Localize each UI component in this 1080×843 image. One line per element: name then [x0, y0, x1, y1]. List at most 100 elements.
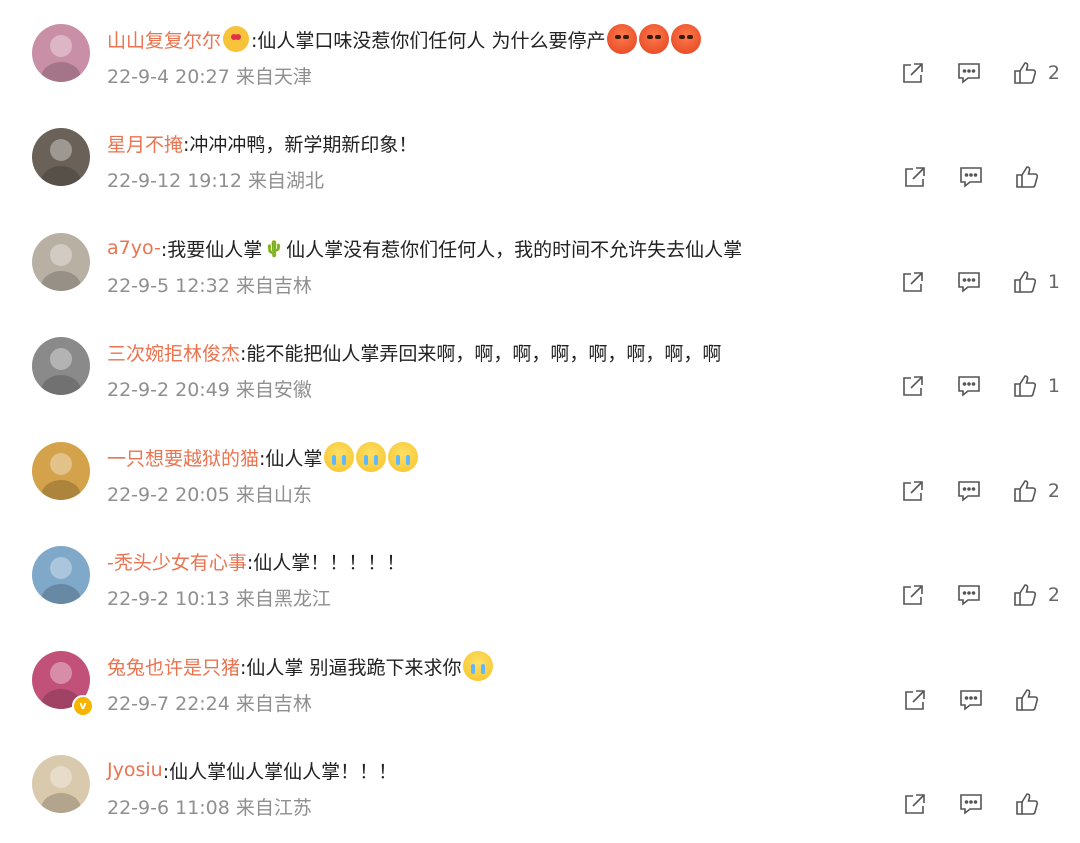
cactus-emoji-icon: 🌵 — [264, 238, 285, 258]
comment-icon — [956, 478, 982, 504]
comment-item: 一只想要越狱的猫 :仙人掌 22-9-2 20:05 来自山东 2 — [0, 418, 1080, 522]
comment-icon — [956, 373, 982, 399]
share-button[interactable] — [900, 582, 926, 608]
angry-emoji-icon — [671, 24, 702, 54]
share-icon — [902, 791, 928, 817]
comment-item: a7yo- :我要仙人掌 🌵 仙人掌没有惹你们任何人，我的时间不允许失去仙人掌 … — [0, 209, 1080, 313]
like-button[interactable] — [1014, 164, 1060, 190]
reply-button[interactable] — [958, 687, 984, 713]
username-link[interactable]: -秃头少女有心事 — [107, 548, 247, 575]
comment-actions: 1 — [900, 269, 1060, 295]
comment-text: :我要仙人掌 — [160, 238, 263, 261]
comment-text: :仙人掌 别逼我跪下来求你 — [240, 656, 462, 679]
angry-emoji-icon — [639, 24, 670, 54]
like-count: 2 — [1047, 584, 1060, 606]
comment-item: 星月不掩 :冲冲冲鸭，新学期新印象！ 22-9-12 19:12 来自湖北 — [0, 104, 1080, 208]
comment-meta: 22-9-4 20:27 来自天津 — [107, 66, 312, 88]
comment-actions: 2 — [900, 60, 1060, 86]
share-icon — [902, 687, 928, 713]
username-link[interactable]: 星月不掩 — [107, 130, 183, 157]
like-count: 1 — [1047, 271, 1060, 293]
share-icon — [902, 164, 928, 190]
comment-line: Jyosiu :仙人掌仙人掌仙人掌！！！ — [107, 755, 397, 785]
share-button[interactable] — [900, 60, 926, 86]
username-link[interactable]: Jyosiu — [107, 759, 163, 781]
cry-emoji-icon — [356, 442, 387, 472]
username-link[interactable]: 三次婉拒林俊杰 — [107, 339, 240, 366]
love-face-emoji-icon — [223, 26, 250, 52]
thumbs-up-icon — [1012, 582, 1038, 608]
comment-actions: 1 — [900, 373, 1060, 399]
username-link[interactable]: a7yo- — [107, 237, 161, 259]
comment-icon — [956, 582, 982, 608]
comment-actions: 2 — [900, 582, 1060, 608]
comment-meta: 22-9-2 20:49 来自安徽 — [107, 379, 312, 401]
like-button[interactable]: 2 — [1012, 582, 1060, 608]
comment-meta: 22-9-12 19:12 来自湖北 — [107, 170, 324, 192]
comment-icon — [958, 791, 984, 817]
comment-actions: 2 — [900, 478, 1060, 504]
share-button[interactable] — [900, 478, 926, 504]
reply-button[interactable] — [956, 582, 982, 608]
share-icon — [900, 60, 926, 86]
cry-emoji-icon — [388, 442, 419, 472]
comment-line: a7yo- :我要仙人掌 🌵 仙人掌没有惹你们任何人，我的时间不允许失去仙人掌 — [107, 233, 742, 263]
comment-line: 山山复复尔尔 :仙人掌口味没惹你们任何人 为什么要停产 — [107, 24, 702, 54]
comment-item: -秃头少女有心事 :仙人掌！！！！！ 22-9-2 10:13 来自黑龙江 2 — [0, 522, 1080, 626]
like-button[interactable]: 1 — [1012, 269, 1060, 295]
comment-icon — [958, 164, 984, 190]
thumbs-up-icon — [1012, 373, 1038, 399]
avatar[interactable] — [32, 755, 90, 813]
like-button[interactable]: 2 — [1012, 478, 1060, 504]
comment-line: -秃头少女有心事 :仙人掌！！！！！ — [107, 546, 405, 576]
comment-item: Jyosiu :仙人掌仙人掌仙人掌！！！ 22-9-6 11:08 来自江苏 — [0, 731, 1080, 835]
verified-badge-icon: v — [72, 695, 94, 717]
comment-meta: 22-9-6 11:08 来自江苏 — [107, 797, 312, 819]
comment-icon — [956, 269, 982, 295]
like-button[interactable] — [1014, 791, 1060, 817]
comment-meta: 22-9-2 20:05 来自山东 — [107, 484, 312, 506]
like-button[interactable] — [1014, 687, 1060, 713]
share-button[interactable] — [900, 269, 926, 295]
comment-icon — [958, 687, 984, 713]
angry-emoji-icon — [607, 24, 638, 54]
comment-text: :仙人掌口味没惹你们任何人 为什么要停产 — [251, 29, 606, 52]
avatar[interactable] — [32, 442, 90, 500]
comment-item: v 兔兔也许是只猪 :仙人掌 别逼我跪下来求你 22-9-7 22:24 来自吉… — [0, 627, 1080, 731]
reply-button[interactable] — [956, 478, 982, 504]
avatar[interactable] — [32, 337, 90, 395]
share-icon — [900, 582, 926, 608]
share-button[interactable] — [902, 164, 928, 190]
avatar[interactable] — [32, 233, 90, 291]
thumbs-up-icon — [1012, 269, 1038, 295]
username-link[interactable]: 山山复复尔尔 — [107, 26, 221, 53]
like-count: 1 — [1047, 375, 1060, 397]
thumbs-up-icon — [1012, 60, 1038, 86]
comment-line: 兔兔也许是只猪 :仙人掌 别逼我跪下来求你 — [107, 651, 494, 681]
like-button[interactable]: 2 — [1012, 60, 1060, 86]
share-button[interactable] — [900, 373, 926, 399]
share-button[interactable] — [902, 687, 928, 713]
username-link[interactable]: 一只想要越狱的猫 — [107, 444, 259, 471]
avatar[interactable] — [32, 24, 90, 82]
reply-button[interactable] — [956, 373, 982, 399]
like-button[interactable]: 1 — [1012, 373, 1060, 399]
reply-button[interactable] — [958, 164, 984, 190]
comment-text: :仙人掌仙人掌仙人掌！！！ — [162, 760, 398, 783]
avatar[interactable] — [32, 128, 90, 186]
comment-item: 山山复复尔尔 :仙人掌口味没惹你们任何人 为什么要停产 22-9-4 20:27… — [0, 0, 1080, 104]
avatar[interactable] — [32, 546, 90, 604]
comment-line: 一只想要越狱的猫 :仙人掌 — [107, 442, 419, 472]
comment-icon — [956, 60, 982, 86]
thumbs-up-icon — [1012, 478, 1038, 504]
comment-text-continued: 仙人掌没有惹你们任何人，我的时间不允许失去仙人掌 — [286, 238, 743, 261]
comment-item: 三次婉拒林俊杰 :能不能把仙人掌弄回来啊，啊，啊，啊，啊，啊，啊，啊 22-9-… — [0, 313, 1080, 417]
cry-emoji-icon — [324, 442, 355, 472]
comment-actions — [902, 791, 1060, 817]
username-link[interactable]: 兔兔也许是只猪 — [107, 653, 240, 680]
share-button[interactable] — [902, 791, 928, 817]
reply-button[interactable] — [956, 269, 982, 295]
reply-button[interactable] — [956, 60, 982, 86]
reply-button[interactable] — [958, 791, 984, 817]
comment-meta: 22-9-5 12:32 来自吉林 — [107, 275, 312, 297]
